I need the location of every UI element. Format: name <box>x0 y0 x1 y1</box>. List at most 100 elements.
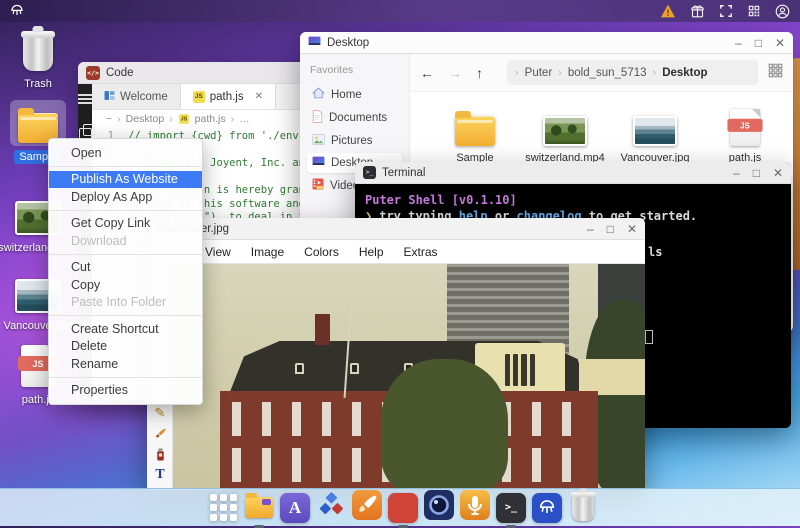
menu-item-rename[interactable]: Rename <box>49 355 202 373</box>
sidebar-item-label: Pictures <box>331 135 373 147</box>
menu-divider <box>49 209 202 211</box>
terminal-titlebar[interactable]: >_ Terminal – □ ✕ <box>355 162 791 184</box>
dock-item-puter[interactable] <box>532 492 562 523</box>
viewer-menu-view[interactable]: View <box>205 245 231 259</box>
dock-item-files[interactable] <box>244 493 274 523</box>
file-item-vancouver-jpg[interactable]: Vancouver.jpg <box>620 102 690 164</box>
breadcrumb-segment[interactable]: bold_sun_5713 <box>568 67 647 79</box>
sidebar-item-documents[interactable]: Documents <box>307 107 402 129</box>
menu-item-copy[interactable]: Copy <box>49 276 202 294</box>
window-controls: – □ ✕ <box>733 167 783 179</box>
menu-item-open[interactable]: Open <box>49 144 202 162</box>
dock-item-terminal[interactable]: >_ <box>496 492 526 523</box>
sidebar-item-pictures[interactable]: Pictures <box>307 131 402 151</box>
desktop-icon-trash[interactable]: Trash <box>4 28 72 90</box>
viewer-menu-extras[interactable]: Extras <box>404 245 438 259</box>
gift-icon[interactable] <box>690 4 705 19</box>
puter-logo-icon[interactable] <box>9 3 25 19</box>
close-button[interactable]: ✕ <box>775 37 785 49</box>
sidebar-item-home[interactable]: Home <box>307 84 402 105</box>
text-tool-icon[interactable]: T <box>147 467 173 483</box>
sidebar-header: Favorites <box>310 64 354 76</box>
file-icon <box>633 102 677 146</box>
terminal-app-icon: >_ <box>363 166 376 179</box>
home-icon <box>311 87 326 102</box>
menu-item-cut[interactable]: Cut <box>49 259 202 277</box>
tab-path-js[interactable]: JS path.js ✕ <box>180 84 276 109</box>
close-button[interactable]: ✕ <box>773 167 783 179</box>
tab-close-icon[interactable]: ✕ <box>255 91 263 102</box>
minimize-button[interactable]: – <box>587 223 594 235</box>
image-viewer-window[interactable]: Vancouver.jpg – □ ✕ View Image Colors Help E… <box>147 218 645 490</box>
menu-item-delete[interactable]: Delete <box>49 338 202 356</box>
blocks-icon <box>318 491 345 524</box>
minimize-button[interactable]: – <box>733 167 740 179</box>
dock-item-app-launcher[interactable] <box>208 493 238 523</box>
viewer-menu-colors[interactable]: Colors <box>304 245 339 259</box>
menu-item-publish-as-website[interactable]: Publish As Website <box>49 170 202 188</box>
text-editor-icon: A <box>280 492 310 523</box>
fullscreen-icon[interactable] <box>719 4 733 18</box>
minimize-button[interactable]: – <box>735 37 742 49</box>
dock-item-camera[interactable] <box>424 490 454 525</box>
breadcrumb-segment[interactable]: path.js <box>195 113 226 125</box>
qr-code-icon[interactable] <box>747 4 761 18</box>
ink-tool-icon[interactable] <box>147 448 173 461</box>
viewer-menu-image[interactable]: Image <box>251 245 284 259</box>
image-thumbnail-icon <box>633 116 677 146</box>
account-icon[interactable] <box>775 4 790 19</box>
app-launcher-grid-icon <box>209 494 237 521</box>
breadcrumb-segment[interactable]: Puter <box>525 67 553 79</box>
brush-tool-icon[interactable] <box>147 427 173 440</box>
maximize-button[interactable]: □ <box>607 223 614 235</box>
window-controls: – □ ✕ <box>587 223 637 235</box>
code-window-title: Code <box>106 66 134 79</box>
file-manager-titlebar[interactable]: Desktop – □ ✕ <box>300 32 793 54</box>
terminal-title: Terminal <box>382 166 426 179</box>
dock-item-blocks[interactable] <box>316 491 346 524</box>
js-badge: JS <box>727 118 763 132</box>
menu-item-create-shortcut[interactable]: Create Shortcut <box>49 320 202 338</box>
sidebar-item-label: Documents <box>329 112 388 124</box>
photo-vancouver[interactable] <box>173 264 645 490</box>
terminal-icon: >_ <box>496 492 526 523</box>
warning-icon[interactable] <box>660 4 676 18</box>
maximize-button[interactable]: □ <box>755 37 762 49</box>
breadcrumb-segment[interactable]: Desktop <box>126 113 165 125</box>
file-item-path-js[interactable]: JS path.js <box>710 102 780 164</box>
viewer-menu-help[interactable]: Help <box>359 245 384 259</box>
image-viewer-menubar: View Image Colors Help Extras <box>147 240 645 264</box>
dock-item-trash[interactable] <box>568 491 598 523</box>
document-icon <box>312 110 323 126</box>
up-button[interactable]: ↑ <box>476 65 483 81</box>
dock-item-text-editor[interactable]: A <box>280 492 310 523</box>
menu-hamburger-icon[interactable] <box>78 94 92 104</box>
breadcrumb-segment[interactable]: Desktop <box>662 67 707 79</box>
camera-icon <box>424 490 454 525</box>
window-controls: – □ ✕ <box>735 37 785 49</box>
image-viewer-titlebar[interactable]: Vancouver.jpg – □ ✕ <box>147 218 645 240</box>
grid-view-icon[interactable] <box>768 63 783 83</box>
file-icon <box>455 102 495 146</box>
pencil-tool-icon[interactable]: ✎ <box>147 405 173 421</box>
file-item-switzerland-mp4[interactable]: switzerland.mp4 <box>525 102 605 164</box>
dock-item-recorder[interactable] <box>460 490 490 523</box>
breadcrumb-segment[interactable]: ~ <box>106 113 112 125</box>
files-app-icon <box>245 493 273 518</box>
menu-item-deploy-as-app[interactable]: Deploy As App <box>49 188 202 206</box>
menu-item-get-copy-link[interactable]: Get Copy Link <box>49 215 202 233</box>
file-item-sample[interactable]: Sample <box>440 102 510 164</box>
back-button[interactable]: ← <box>420 65 434 81</box>
dock-item-code[interactable] <box>388 492 418 523</box>
chevron-right-icon: › <box>515 66 519 79</box>
dock-item-paint[interactable] <box>352 490 382 523</box>
close-button[interactable]: ✕ <box>627 223 637 235</box>
breadcrumb-segment[interactable]: … <box>239 113 250 125</box>
tab-welcome[interactable]: Welcome <box>92 84 181 109</box>
code-app-icon: </> <box>86 65 100 80</box>
code-icon <box>388 492 418 523</box>
maximize-button[interactable]: □ <box>753 167 760 179</box>
forward-button[interactable]: → <box>448 65 462 81</box>
path-breadcrumb[interactable]: › Puter › bold_sun_5713 › Desktop <box>507 60 758 85</box>
menu-item-properties[interactable]: Properties <box>49 382 202 400</box>
